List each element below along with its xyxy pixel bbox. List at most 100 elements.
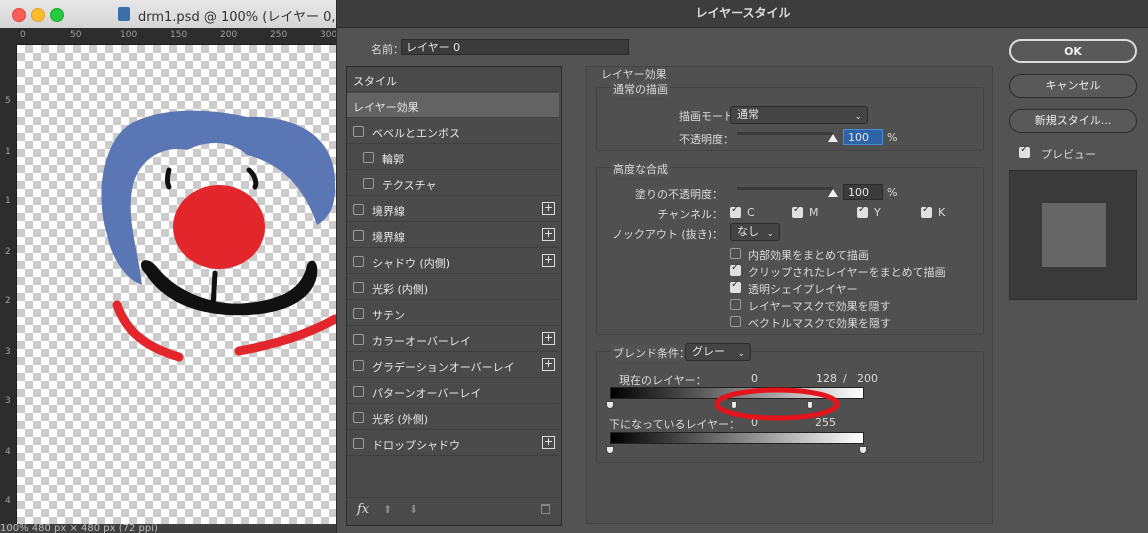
style-checkbox[interactable] [353, 438, 364, 449]
style-checkbox[interactable] [353, 360, 364, 371]
style-list-item[interactable]: 境界線 + [347, 197, 559, 222]
channel-checkbox[interactable] [921, 204, 932, 218]
chevron-down-icon: ⌄ [737, 349, 745, 359]
chevron-down-icon: ⌄ [766, 229, 774, 239]
style-list-item[interactable]: 境界線 + [347, 223, 559, 248]
move-down-icon[interactable]: ⬇ [409, 503, 418, 516]
general-blending-group: 通常の描画 描画モード： 通常 ⌄ 不透明度： 100 % [596, 81, 984, 151]
red-collar-left [112, 300, 184, 362]
advanced-option-checkbox[interactable] [730, 299, 741, 310]
new-style-button[interactable]: 新規スタイル... [1009, 109, 1137, 133]
style-list-item[interactable]: グラデーションオーバーレイ + [347, 353, 559, 378]
advanced-blending-group: 高度な合成 塗りの不透明度： 100 % チャンネル： C M Y K ノックアウト … [596, 161, 984, 335]
style-list-item[interactable]: シャドウ (内側) + [347, 249, 559, 274]
style-list-item[interactable]: 光彩 (内側) [347, 275, 559, 300]
add-effect-icon[interactable]: + [542, 254, 555, 267]
channels-label: チャンネル： [657, 208, 723, 221]
add-effect-icon[interactable]: + [542, 436, 555, 449]
knockout-label: ノックアウト (抜き)： [612, 228, 723, 241]
ruler-tick-label: 4 [5, 447, 11, 457]
style-list-item[interactable]: カラーオーバーレイ + [347, 327, 559, 352]
fill-opacity-slider-track[interactable] [737, 187, 833, 190]
right-eye-stroke [246, 167, 259, 190]
fill-opacity-input[interactable]: 100 [843, 184, 883, 200]
close-window-button[interactable] [12, 8, 26, 22]
cancel-button[interactable]: キャンセル [1009, 74, 1137, 98]
this-layer-black-handle[interactable] [606, 401, 614, 409]
mouth-line [210, 270, 218, 310]
add-effect-icon[interactable]: + [542, 228, 555, 241]
style-checkbox[interactable] [353, 282, 364, 293]
psd-file-icon [118, 7, 130, 21]
style-item-label: 境界線 [372, 205, 405, 218]
add-effect-icon[interactable]: + [542, 202, 555, 215]
style-list-item[interactable]: 輪郭 [347, 145, 559, 170]
style-list-item[interactable]: サテン [347, 301, 559, 326]
this-layer-high-value: 200 [857, 372, 878, 385]
style-list-item[interactable]: テクスチャ [347, 171, 559, 196]
advanced-option-checkbox[interactable] [730, 262, 741, 276]
document-titlebar: drm1.psd @ 100% (レイヤー 0, C [0, 0, 349, 29]
underlying-white-handle[interactable] [859, 446, 867, 454]
style-checkbox[interactable] [353, 204, 364, 215]
preview-checkbox[interactable] [1019, 144, 1030, 158]
blend-mode-select[interactable]: 通常 ⌄ [730, 106, 868, 124]
zoom-window-button[interactable] [50, 8, 64, 22]
knockout-select[interactable]: なし ⌄ [730, 223, 780, 241]
style-list-item[interactable]: レイヤー効果 [347, 93, 559, 118]
channel-checkbox[interactable] [857, 204, 868, 218]
underlying-black-handle[interactable] [606, 446, 614, 454]
style-list-item[interactable]: パターンオーバーレイ [347, 379, 559, 404]
channel-checkbox[interactable] [792, 204, 803, 218]
style-checkbox[interactable] [353, 386, 364, 397]
advanced-option-checkbox[interactable] [730, 248, 741, 259]
add-effect-icon[interactable]: + [542, 332, 555, 345]
dialog-title: レイヤースタイル [337, 0, 1148, 28]
horizontal-ruler[interactable]: 0 50 100 150 200 250 300 [0, 28, 340, 45]
style-list-item[interactable]: ドロップシャドウ + [347, 431, 559, 456]
move-up-icon[interactable]: ⬆ [383, 503, 392, 516]
style-list-item[interactable]: スタイル [347, 67, 559, 92]
style-checkbox[interactable] [363, 178, 374, 189]
trash-icon[interactable] [541, 504, 550, 514]
red-nose-shape [173, 185, 265, 269]
advanced-blending-title: 高度な合成 [611, 161, 670, 177]
layer-name-input[interactable]: レイヤー 0 [401, 39, 629, 55]
opacity-slider-track[interactable] [737, 132, 833, 135]
ok-button[interactable]: OK [1009, 39, 1137, 63]
style-checkbox[interactable] [353, 126, 364, 137]
blend-if-group: ブレンド条件： グレー ⌄ 現在のレイヤー： 0 128 / 200 下になって… [596, 343, 984, 463]
add-effect-icon[interactable]: + [542, 358, 555, 371]
style-checkbox[interactable] [353, 308, 364, 319]
style-checkbox[interactable] [353, 256, 364, 267]
opacity-slider-thumb[interactable] [828, 134, 838, 142]
style-checkbox[interactable] [353, 412, 364, 423]
advanced-option-label: レイヤーマスクで効果を隠す [748, 300, 891, 313]
fx-icon[interactable]: fx [357, 502, 369, 517]
advanced-option-checkbox[interactable] [730, 279, 741, 293]
advanced-option-label: クリップされたレイヤーをまとめて描画 [748, 266, 946, 279]
style-checkbox[interactable] [353, 230, 364, 241]
blend-mode-value: 通常 [737, 108, 759, 121]
style-checkbox[interactable] [353, 334, 364, 345]
chevron-down-icon: ⌄ [854, 112, 862, 122]
channel-checkbox[interactable] [730, 204, 741, 218]
ruler-tick-label: 3 [5, 347, 11, 357]
style-checkbox[interactable] [363, 152, 374, 163]
opacity-input[interactable]: 100 [843, 129, 883, 145]
style-item-label: サテン [372, 309, 405, 322]
style-list-item[interactable]: 光彩 (外側) [347, 405, 559, 430]
advanced-option-checkbox[interactable] [730, 316, 741, 327]
advanced-option-label: 透明シェイプレイヤー [748, 283, 858, 296]
style-list-item[interactable]: ベベルとエンボス [347, 119, 559, 144]
style-item-label: グラデーションオーバーレイ [372, 361, 515, 374]
channel-label: M [809, 206, 819, 219]
fill-opacity-slider-thumb[interactable] [828, 189, 838, 197]
document-canvas[interactable] [17, 45, 340, 524]
red-annotation-circle [714, 387, 840, 421]
blend-if-select[interactable]: グレー ⌄ [685, 343, 751, 361]
vertical-ruler[interactable]: 5 1 1 2 2 3 3 4 4 [0, 44, 17, 524]
minimize-window-button[interactable] [31, 8, 45, 22]
general-blending-title: 通常の描画 [611, 81, 670, 97]
channel-label: C [747, 206, 755, 219]
